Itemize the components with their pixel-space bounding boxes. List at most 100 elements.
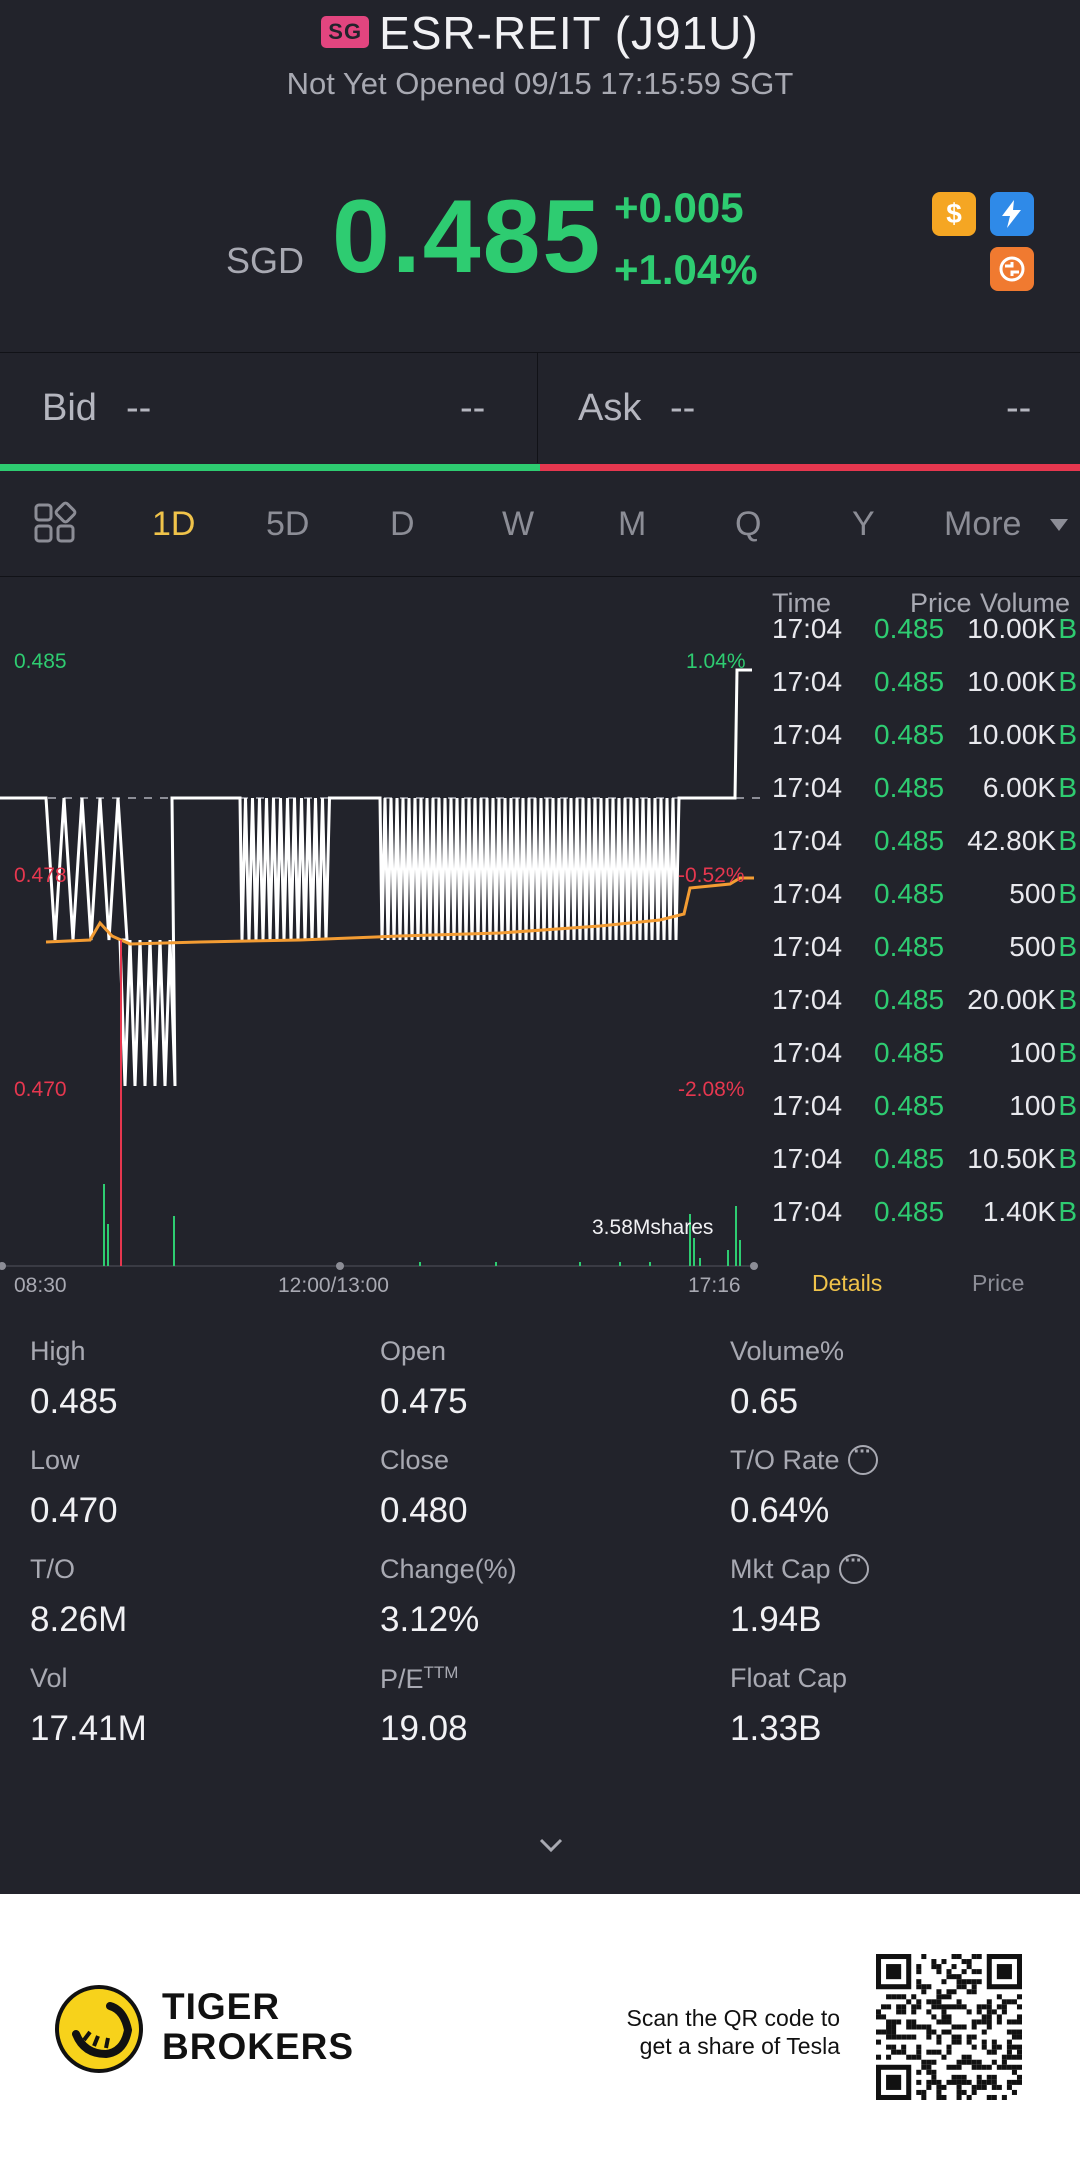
bid-ask-panel: Bid -- -- Ask -- -- [0,352,1080,468]
expand-chevron-icon[interactable] [538,1832,564,1858]
qr-module [931,1959,937,1965]
qr-module [916,1979,922,1985]
qr-module [886,2019,892,2025]
qr-module [981,2084,987,2090]
qr-module [936,1964,942,1970]
qr-module [891,2024,897,2030]
qr-module [971,2044,977,2050]
market-status: Not Yet Opened 09/15 17:15:59 SGT [286,66,794,101]
qr-module [891,2034,897,2040]
qr-module [896,2049,902,2055]
qr-module [961,1969,967,1975]
qr-module [951,2039,957,2045]
qr-module [996,2004,1002,2010]
swap-icon[interactable] [990,247,1034,291]
bid-section[interactable]: Bid -- -- [0,353,538,463]
volume-total-label: 3.58Mshares [592,1216,714,1239]
qr-module [916,2079,922,2085]
more-info-icon[interactable] [847,1441,878,1475]
qr-module [1001,2054,1007,2060]
qr-module [1016,2029,1022,2035]
qr-module [926,2049,932,2055]
scan-instructions: Scan the QR code to get a share of Tesla [580,2004,840,2060]
qr-module [896,2004,902,2010]
stat-mktcap-value: 1.94B [730,1600,822,1639]
dollar-icon[interactable]: $ [932,192,976,236]
qr-module [911,2009,917,2015]
swap-icon-glyph [999,256,1025,282]
market-badge: SG [321,16,370,48]
qr-module [901,2044,907,2050]
qr-module [916,1999,922,2005]
last-price: 0.485 [332,179,603,295]
qr-module [1011,2069,1017,2075]
trade-side: B [1058,984,1077,1015]
trade-time: 17:04 [772,719,843,750]
tab-y[interactable]: Y [852,505,875,544]
qr-module [931,2069,937,2075]
layout-grid-icon[interactable] [34,501,78,545]
trade-time: 17:04 [772,1037,843,1068]
tab-more[interactable]: More [944,505,1021,544]
qr-module [1011,1999,1017,2005]
qr-module [976,2064,982,2070]
chevron-down-icon[interactable] [1050,519,1068,531]
qr-module [916,1964,922,1970]
qr-module [931,2079,937,2085]
trade-row: 17:04 0.485 10.00K B [760,719,1080,772]
stock-name: ESR-REIT (J91U) [379,7,759,59]
qr-module [991,2039,997,2045]
stat-mktcap-text: Mkt Cap [730,1554,831,1584]
tab-w[interactable]: W [502,505,534,544]
tab-d[interactable]: D [390,505,415,544]
ask-price: -- [670,387,696,429]
trade-volume: 1.40K [982,1196,1056,1227]
qr-module [1011,2034,1017,2040]
trade-price: 0.485 [874,666,945,697]
tab-details[interactable]: Details [812,1270,882,1297]
qr-module [976,2059,982,2065]
trade-time: 17:04 [772,772,843,803]
ask-section[interactable]: Ask -- -- [538,353,1080,463]
trade-row: 17:04 0.485 500 B [760,878,1080,931]
qr-module [936,2089,942,2095]
stat-open-label: Open [380,1336,447,1366]
qr-module [986,2024,992,2030]
tab-q[interactable]: Q [735,505,761,544]
qr-module [1016,2019,1022,2025]
more-info-icon[interactable] [838,1550,869,1584]
qr-module [921,1984,927,1990]
qr-module [971,2024,977,2030]
currency-label: SGD [226,240,305,281]
qr-module [976,1954,982,1960]
stat-close-label: Close [380,1445,450,1475]
time-and-sales[interactable]: Time Price Volume 17:04 0.485 10.00K B 17:04… [760,578,1080,1298]
qr-module [946,1994,952,2000]
qr-module [956,1974,962,1980]
qr-module [971,2019,977,2025]
qr-module [916,2089,922,2095]
qr-module [971,1979,977,1985]
qr-module [1006,1999,1012,2005]
qr-module [891,2049,897,2055]
qr-module [901,1994,907,2000]
axis-price-mid: 0.478 [14,864,67,887]
qr-module [936,2034,942,2040]
tab-5d[interactable]: 5D [266,505,309,544]
qr-module [996,2019,1002,2025]
intraday-chart[interactable]: 0.485 1.04% 0.478 -0.52% 0.470 -2.08% 3.… [0,578,760,1298]
qr-module [916,2004,922,2010]
qr-module [996,2084,1002,2090]
tab-price[interactable]: Price [972,1270,1024,1297]
qr-module [961,2024,967,2030]
ask-label: Ask [578,387,642,429]
qr-module [1011,2029,1017,2035]
tab-m[interactable]: M [618,505,646,544]
lightning-icon[interactable] [990,192,1034,236]
tab-1d[interactable]: 1D [152,505,195,544]
qr-module [956,1979,962,1985]
qr-code-icon[interactable] [876,1954,1022,2100]
stat-vol-label: Vol [30,1663,68,1693]
trade-side: B [1058,613,1077,644]
qr-module [931,2029,937,2035]
